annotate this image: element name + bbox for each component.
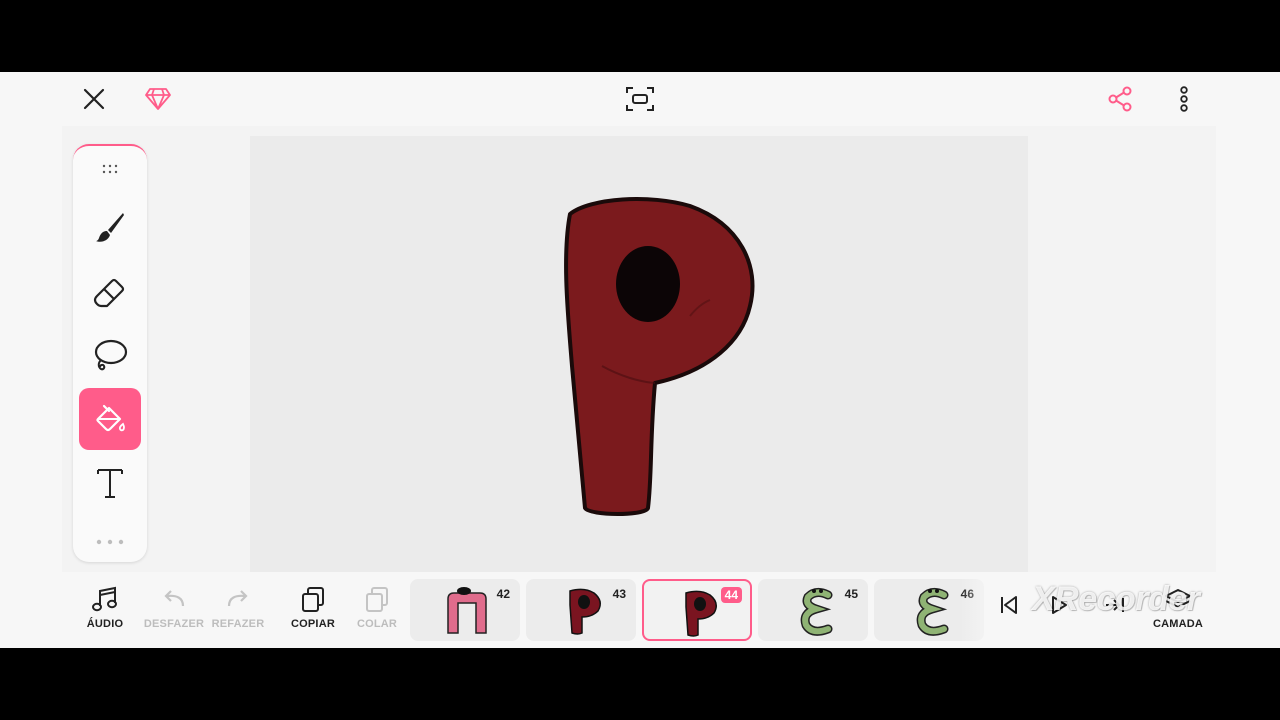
tool-palette-handle[interactable]: [79, 148, 141, 190]
frame-drawing: [800, 587, 833, 636]
lasso-icon: [94, 339, 128, 371]
first-frame-button[interactable]: [992, 594, 1026, 646]
letter-p-drawing: [564, 197, 755, 516]
drawing-canvas[interactable]: [250, 136, 1028, 572]
text-icon: [97, 469, 123, 498]
animation-editor: ÁUDIO DESFAZER REFAZER COPIAR COLAR 42 4…: [0, 72, 1280, 648]
frame-drawing: [685, 590, 717, 637]
copy-button[interactable]: COPIAR: [278, 586, 348, 638]
undo-button[interactable]: DESFAZER: [139, 586, 209, 638]
bottom-toolbar: ÁUDIO DESFAZER REFAZER COPIAR COLAR 42 4…: [0, 572, 1280, 648]
undo-label: DESFAZER: [143, 618, 205, 630]
layer-label: CAMADA: [1152, 618, 1204, 630]
letter-p-shape: [564, 197, 755, 516]
frame-number: 44: [720, 587, 742, 603]
fit-screen-button[interactable]: [620, 82, 660, 116]
top-toolbar: [0, 72, 1280, 126]
fit-screen-icon: [626, 87, 654, 111]
brush-icon: [96, 213, 124, 242]
more-options-button[interactable]: [1164, 82, 1204, 116]
copy-label: COPIAR: [291, 618, 335, 630]
frame-thumbnail[interactable]: 42: [410, 579, 520, 641]
paste-button[interactable]: COLAR: [342, 586, 412, 638]
frame-thumbnail[interactable]: 43: [526, 579, 636, 641]
frame-drawing: [447, 587, 487, 634]
close-button[interactable]: [74, 82, 114, 116]
music-note-icon: [92, 586, 117, 612]
more-vertical-icon: [1180, 86, 1188, 112]
copy-icon: [302, 587, 324, 612]
frame-number: 45: [844, 587, 858, 601]
text-tool-button[interactable]: [79, 452, 141, 514]
redo-button[interactable]: REFAZER: [203, 586, 273, 638]
frame-number: 46: [960, 587, 974, 601]
letter-p-hole: [616, 246, 680, 322]
audio-label: ÁUDIO: [86, 618, 124, 630]
paste-icon: [366, 587, 388, 612]
frame-thumbnail-active[interactable]: 44: [642, 579, 752, 641]
redo-label: REFAZER: [211, 618, 265, 630]
diamond-icon: [145, 88, 171, 110]
more-tools-button[interactable]: [79, 522, 141, 562]
share-button[interactable]: [1100, 82, 1140, 116]
grip-dots-icon: [102, 164, 118, 174]
brush-tool-button[interactable]: [79, 196, 141, 258]
tool-palette: [73, 144, 147, 562]
frame-number: 42: [496, 587, 510, 601]
eraser-icon: [93, 278, 125, 308]
frame-thumbnail[interactable]: 46: [874, 579, 984, 641]
paint-bucket-icon: [96, 404, 125, 432]
close-icon: [83, 88, 105, 110]
fill-tool-button[interactable]: [79, 388, 141, 450]
frame-drawing: [569, 588, 601, 635]
audio-button[interactable]: ÁUDIO: [70, 586, 140, 638]
more-horizontal-icon: [96, 539, 124, 545]
frame-number: 43: [612, 587, 626, 601]
premium-button[interactable]: [138, 82, 178, 116]
frame-drawing: [916, 587, 949, 636]
eraser-tool-button[interactable]: [79, 260, 141, 322]
share-icon: [1108, 86, 1132, 112]
lasso-tool-button[interactable]: [79, 324, 141, 386]
frame-thumbnail[interactable]: 45: [758, 579, 868, 641]
skip-to-start-icon: [1001, 596, 1017, 614]
redo-icon: [227, 590, 248, 607]
undo-icon: [164, 590, 185, 607]
paste-label: COLAR: [356, 618, 398, 630]
recorder-watermark: XRecorder: [1032, 580, 1200, 618]
